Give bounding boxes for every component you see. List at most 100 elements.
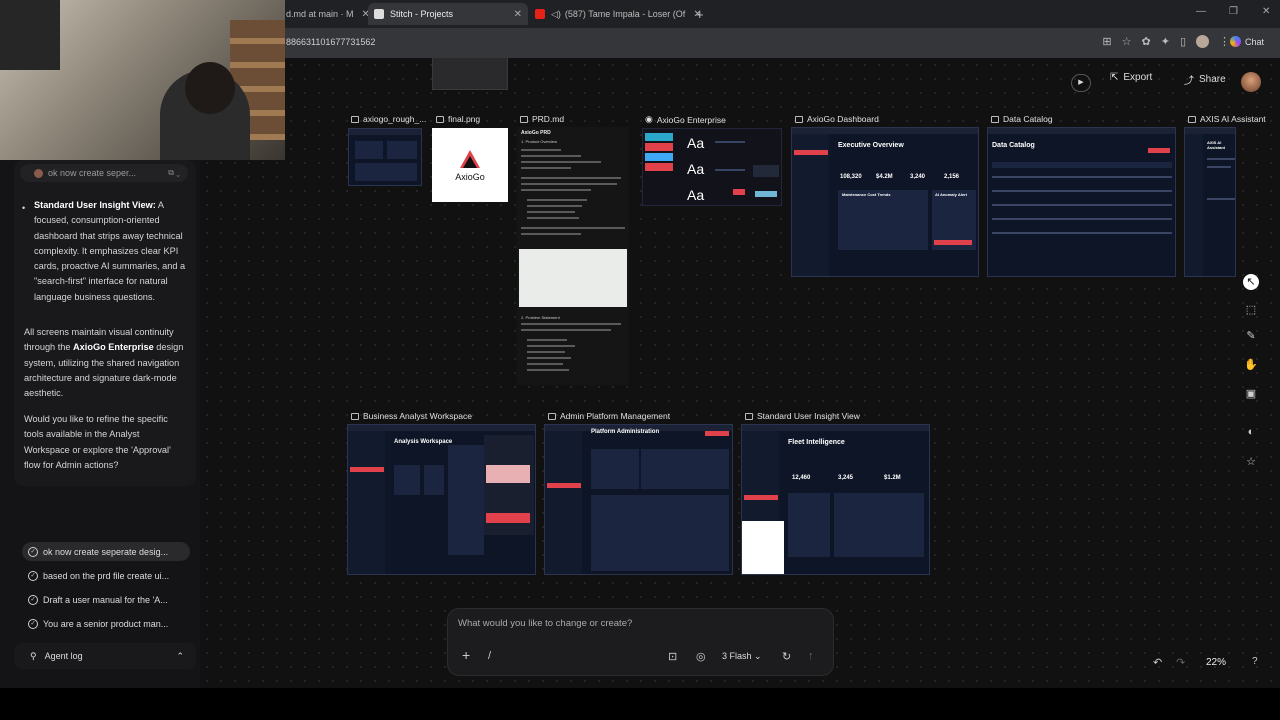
- bookmark-star-icon[interactable]: ☆: [1122, 35, 1132, 48]
- prd-title: AxioGo PRD: [521, 130, 551, 136]
- catalog-thumbnail[interactable]: Data Catalog: [987, 127, 1176, 277]
- admin-thumbnail[interactable]: Platform Administration: [544, 424, 733, 575]
- dashboard-thumbnail[interactable]: Executive Overview 108,320 $4.2M 3,240 2…: [791, 127, 979, 277]
- check-icon: ✓: [28, 618, 38, 629]
- spec-line: [715, 169, 745, 171]
- redo-icon[interactable]: ↷: [1176, 656, 1185, 669]
- thumb-sidebar: [792, 134, 830, 276]
- history-item[interactable]: ✓ Draft a user manual for the 'A...: [22, 590, 190, 609]
- undo-icon[interactable]: ↶: [1153, 656, 1162, 669]
- text-line: [521, 177, 621, 179]
- alert-button: [934, 240, 972, 245]
- message-line: [1207, 198, 1235, 200]
- export-icon: ⇱: [1110, 72, 1119, 83]
- minimize-icon[interactable]: —: [1196, 6, 1206, 17]
- close-window-icon[interactable]: ✕: [1262, 6, 1270, 17]
- split-icon[interactable]: ▯: [1180, 35, 1186, 48]
- tab-youtube[interactable]: ◁) (587) Tame Impala - Loser (Of ✕: [535, 3, 702, 25]
- analyst-thumbnail[interactable]: Analysis Workspace: [347, 424, 536, 575]
- pencil-tool-icon[interactable]: ✎: [1243, 328, 1259, 344]
- card-title-assistant[interactable]: AXIS AI Assistant: [1188, 114, 1266, 124]
- card-title-enterprise[interactable]: ◉ AxioGo Enterprise: [645, 114, 726, 125]
- screen-select-icon[interactable]: ⊡: [668, 650, 677, 663]
- card-title-prd[interactable]: PRD.md: [520, 114, 564, 124]
- card-title-final[interactable]: final.png: [436, 114, 480, 124]
- history-label: based on the prd file create ui...: [43, 570, 170, 581]
- add-icon[interactable]: +: [462, 647, 470, 663]
- image-tool-icon[interactable]: ▣: [1243, 386, 1259, 402]
- card-title-rough[interactable]: axiogo_rough_...: [351, 114, 426, 124]
- help-icon[interactable]: ?: [1252, 656, 1258, 667]
- card-title-catalog[interactable]: Data Catalog: [991, 114, 1053, 124]
- play-button[interactable]: ▶: [1071, 74, 1091, 92]
- text-line: [527, 351, 565, 353]
- export-button[interactable]: ⇱ Export: [1110, 72, 1152, 83]
- text-line: [521, 183, 617, 185]
- card-title-dashboard[interactable]: AxioGo Dashboard: [795, 114, 879, 124]
- thumb-block: [355, 163, 417, 181]
- bullet-body: A focused, consumption-oriented dashboar…: [34, 200, 186, 302]
- ai-card: [486, 465, 530, 483]
- user-avatar[interactable]: [1241, 72, 1261, 92]
- select-tool-icon[interactable]: ⬚: [1243, 302, 1259, 318]
- chat-button[interactable]: Chat: [1229, 36, 1264, 47]
- model-selector[interactable]: 3 Flash ⌄: [716, 649, 768, 664]
- extension-icon[interactable]: ✿: [1142, 35, 1151, 48]
- thumb-header: [349, 129, 421, 135]
- share-button[interactable]: ⤴ Share: [1184, 72, 1226, 87]
- design-system-thumbnail[interactable]: Aa Aa Aa: [642, 128, 782, 206]
- code-block: [519, 249, 627, 307]
- refresh-icon[interactable]: ↻: [782, 650, 791, 663]
- new-tab-button[interactable]: +: [696, 3, 704, 25]
- screen-icon: [548, 412, 556, 420]
- menu-icon[interactable]: ⋮: [1219, 35, 1230, 48]
- assistant-thumbnail[interactable]: AXIS AI Assistant: [1184, 127, 1236, 277]
- prd-document-thumbnail[interactable]: AxioGo PRD 1. Product Overview 2. Proble…: [517, 127, 629, 385]
- profile-avatar[interactable]: [1196, 35, 1209, 48]
- history-item[interactable]: ✓ You are a senior product man...: [22, 614, 190, 633]
- tab-prd-github[interactable]: d.md at main · M ✕: [286, 3, 370, 25]
- composer-input[interactable]: What would you like to change or create?: [458, 618, 632, 629]
- install-icon[interactable]: ⊞: [1102, 35, 1111, 48]
- screen: d.md at main · M ✕ Stitch - Projects ✕ ◁…: [0, 0, 1280, 720]
- text-line: [521, 155, 581, 157]
- bullet-icon: •: [22, 203, 26, 213]
- theme-tool-icon[interactable]: ◐: [1243, 424, 1259, 440]
- hand-tool-icon[interactable]: ✋: [1243, 357, 1259, 373]
- ai-button: [486, 513, 530, 523]
- prompt-chip[interactable]: ok now create seper... ⧉ ⌄: [20, 164, 188, 182]
- panel: [641, 449, 729, 489]
- table-row: [992, 218, 1172, 220]
- gemini-icon: [1229, 36, 1241, 47]
- agent-log-toggle[interactable]: ⚲ Agent log ⌃: [14, 643, 196, 669]
- close-icon[interactable]: ✕: [514, 9, 522, 20]
- star-tool-icon[interactable]: ☆: [1243, 454, 1259, 470]
- slash-command-icon[interactable]: /: [488, 650, 491, 662]
- puzzle-icon[interactable]: ✦: [1161, 35, 1170, 48]
- chart-panel: [838, 190, 928, 250]
- logo-image-card[interactable]: AxioGo: [432, 128, 508, 202]
- history-item[interactable]: ✓ based on the prd file create ui...: [22, 566, 190, 585]
- send-arrow-icon[interactable]: ↑: [808, 650, 814, 662]
- panel-title: Maintenance Cost Trends: [842, 192, 891, 197]
- color-swatch: [645, 163, 673, 171]
- card-title-insight[interactable]: Standard User Insight View: [745, 411, 860, 421]
- tab-stitch[interactable]: Stitch - Projects ✕: [368, 3, 528, 25]
- cursor-tool-icon[interactable]: ↖: [1243, 274, 1259, 290]
- query-panel: [448, 445, 484, 555]
- zoom-level[interactable]: 22%: [1206, 657, 1226, 668]
- history-item[interactable]: ✓ ok now create seperate desig...: [22, 542, 190, 561]
- copy-icon[interactable]: ⧉ ⌄: [168, 168, 180, 178]
- insight-thumbnail[interactable]: Fleet Intelligence 12,460 3,245 $1.2M: [741, 424, 930, 575]
- maximize-icon[interactable]: ❐: [1229, 6, 1238, 17]
- palette-icon[interactable]: ◎: [696, 650, 706, 663]
- card-title-admin[interactable]: Admin Platform Management: [548, 411, 670, 421]
- url-text[interactable]: 886631101677731562: [286, 37, 375, 47]
- text-line: [521, 161, 601, 163]
- card-label: Standard User Insight View: [757, 411, 860, 421]
- rough-sketch-thumbnail[interactable]: [348, 128, 422, 186]
- text-line: [521, 329, 611, 331]
- screen-icon: [1188, 115, 1196, 123]
- kpi-value: $4.2M: [876, 174, 893, 180]
- card-title-analyst[interactable]: Business Analyst Workspace: [351, 411, 472, 421]
